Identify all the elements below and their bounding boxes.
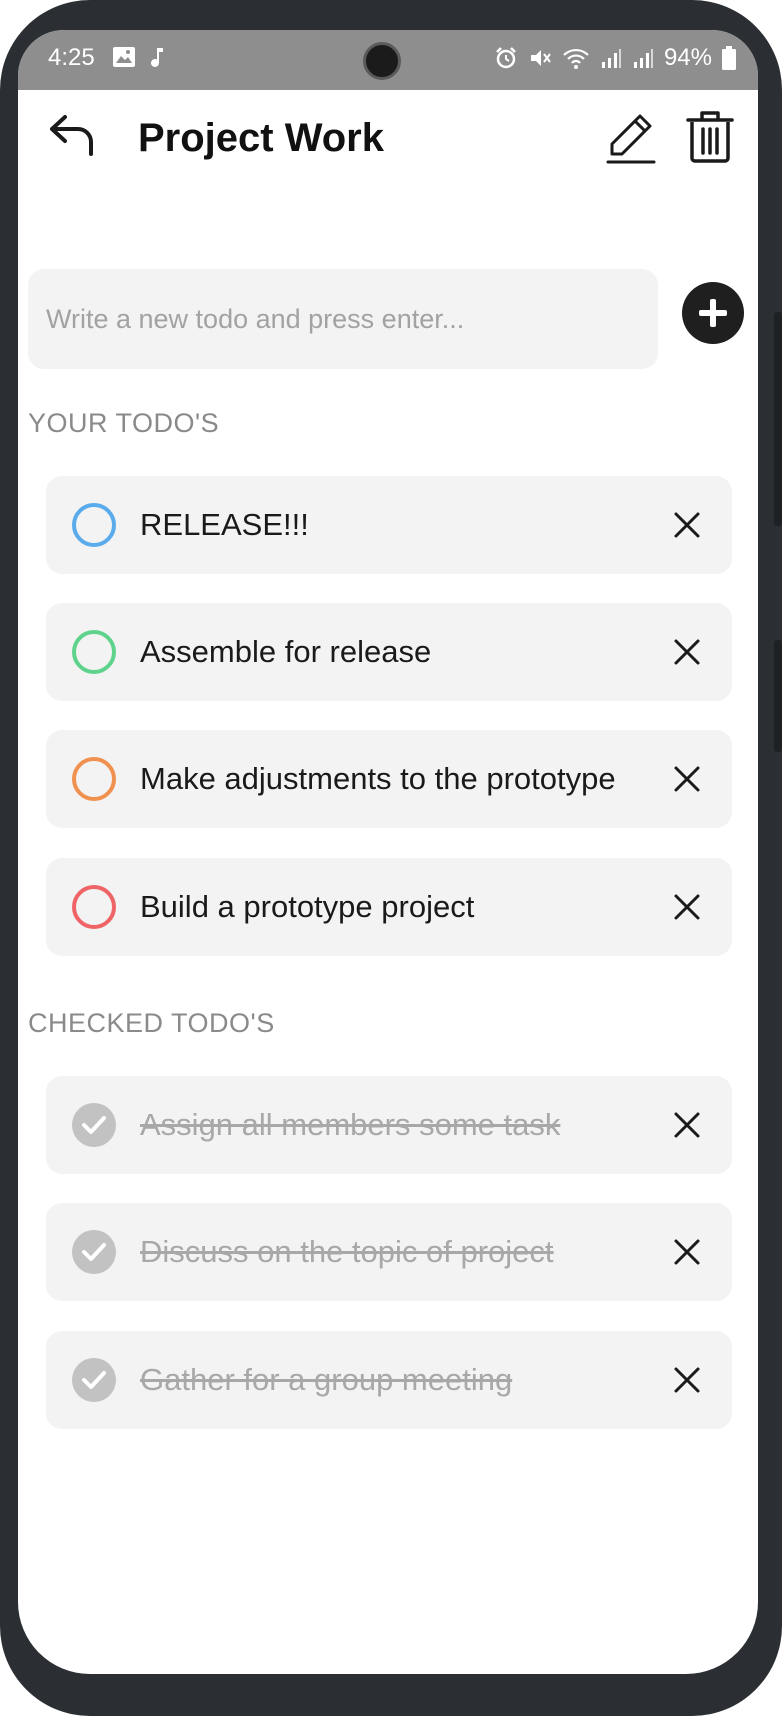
add-todo-button[interactable] xyxy=(682,282,744,344)
signal-icon xyxy=(601,49,621,68)
status-system-icons: 94% xyxy=(494,44,736,72)
todo-item[interactable]: RELEASE!!! xyxy=(46,476,732,574)
todo-text: Discuss on the topic of project xyxy=(140,1234,554,1269)
wifi-icon xyxy=(563,48,589,69)
front-camera xyxy=(363,42,401,80)
close-icon[interactable] xyxy=(672,1237,702,1267)
close-icon[interactable] xyxy=(672,892,702,922)
close-icon[interactable] xyxy=(672,1110,702,1140)
todo-text: Make adjustments to the prototype xyxy=(140,761,616,796)
status-bar: 4:25 94% xyxy=(18,30,758,90)
todo-checkbox[interactable] xyxy=(72,757,116,801)
todo-text: Gather for a group meeting xyxy=(140,1362,513,1397)
todo-text: Build a prototype project xyxy=(140,889,475,924)
todo-item[interactable]: Assemble for release xyxy=(46,603,732,701)
alarm-icon xyxy=(496,47,516,69)
check-icon[interactable] xyxy=(72,1230,116,1274)
signal-icon-2 xyxy=(633,49,653,68)
status-time: 4:25 xyxy=(48,44,95,71)
back-button[interactable] xyxy=(48,112,96,160)
gallery-icon xyxy=(113,47,135,67)
checked-todo-item[interactable]: Assign all members some task xyxy=(46,1076,732,1174)
battery-icon xyxy=(722,46,736,70)
open-todos-heading: YOUR TODO'S xyxy=(28,408,220,438)
screen: 4:25 94% Project Work Write a new todo a… xyxy=(18,30,758,1674)
edit-button[interactable] xyxy=(606,112,658,164)
checked-todo-item[interactable]: Gather for a group meeting xyxy=(46,1331,732,1429)
page-title: Project Work xyxy=(138,116,384,160)
close-icon[interactable] xyxy=(672,510,702,540)
close-icon[interactable] xyxy=(672,637,702,667)
todo-item[interactable]: Make adjustments to the prototype xyxy=(46,730,732,828)
todo-item[interactable]: Build a prototype project xyxy=(46,858,732,956)
todo-checkbox[interactable] xyxy=(72,503,116,547)
delete-button[interactable] xyxy=(686,110,734,164)
mute-icon xyxy=(530,50,551,66)
todo-text: Assign all members some task xyxy=(140,1107,561,1142)
music-note-icon xyxy=(151,48,163,67)
close-icon[interactable] xyxy=(672,1365,702,1395)
check-icon[interactable] xyxy=(72,1103,116,1147)
volume-button xyxy=(774,312,782,526)
todo-text: RELEASE!!! xyxy=(140,507,309,542)
todo-checkbox[interactable] xyxy=(72,630,116,674)
todo-checkbox[interactable] xyxy=(72,885,116,929)
status-notification-icons xyxy=(112,46,166,68)
new-todo-input[interactable] xyxy=(28,269,658,369)
checked-todos-heading: CHECKED TODO'S xyxy=(28,1008,275,1038)
power-button xyxy=(774,640,782,752)
check-icon[interactable] xyxy=(72,1358,116,1402)
close-icon[interactable] xyxy=(672,764,702,794)
todo-text: Assemble for release xyxy=(140,634,432,669)
battery-percentage: 94% xyxy=(663,44,712,71)
checked-todo-item[interactable]: Discuss on the topic of project xyxy=(46,1203,732,1301)
